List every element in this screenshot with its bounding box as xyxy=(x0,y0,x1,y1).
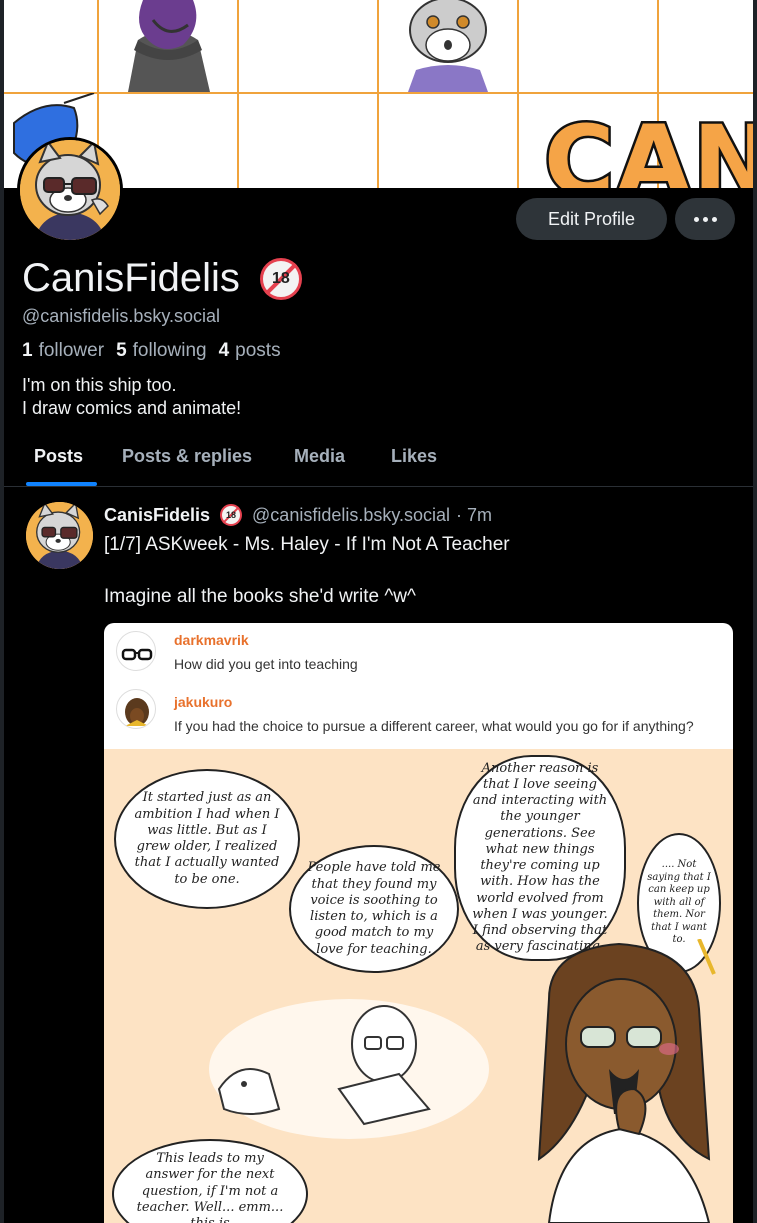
question-avatar xyxy=(116,631,156,671)
bio-line: I draw comics and animate! xyxy=(22,398,242,418)
banner-character-purple xyxy=(128,0,210,92)
post-image[interactable]: darkmavrik How did you get into teaching… xyxy=(104,623,733,1223)
bio-line: I'm on this ship too. xyxy=(22,375,177,395)
post-timestamp[interactable]: · 7m xyxy=(456,505,492,526)
adult-content-badge-icon: 18 xyxy=(220,504,243,526)
question-username: darkmavrik xyxy=(174,632,249,648)
following-stat[interactable]: 5 following xyxy=(116,340,207,362)
question-text: If you had the choice to pursue a differ… xyxy=(174,718,694,734)
followers-stat[interactable]: 1 follower xyxy=(22,340,104,362)
profile-bio: I'm on this ship too. I draw comics and … xyxy=(22,374,241,420)
question-text: How did you get into teaching xyxy=(174,656,358,672)
frame-right xyxy=(753,0,757,1223)
post-text: [1/7] ASKweek - Ms. Haley - If I'm Not A… xyxy=(104,534,510,607)
glasses-icon xyxy=(121,648,153,661)
more-dots-icon xyxy=(702,216,708,222)
avatar-wolf-image xyxy=(26,502,93,569)
more-options-button[interactable] xyxy=(675,198,735,240)
speech-bubble: This leads to my answer for the next que… xyxy=(112,1139,308,1223)
posts-stat: 4 posts xyxy=(218,340,281,361)
profile-banner: CANI xyxy=(4,0,753,188)
tab-media[interactable]: Media xyxy=(294,446,345,467)
comic-sketch-reading xyxy=(209,999,489,1139)
comic-character-haley xyxy=(537,939,716,1223)
display-name-text: CanisFidelis xyxy=(22,256,240,300)
edit-profile-button[interactable]: Edit Profile xyxy=(516,198,667,240)
banner-logo-text: CANI xyxy=(542,103,753,189)
banner-grid-line xyxy=(4,92,753,94)
question-username: jakukuro xyxy=(174,694,233,710)
post-author-name[interactable]: CanisFidelis xyxy=(104,505,210,526)
avatar-wolf-image xyxy=(20,140,120,240)
adult-content-badge-icon: 18 xyxy=(259,257,302,300)
question-avatar xyxy=(116,689,156,729)
post-author-handle[interactable]: @canisfidelis.bsky.social xyxy=(252,505,450,526)
more-dots-icon xyxy=(693,216,699,222)
tab-posts-and-replies[interactable]: Posts & replies xyxy=(122,446,252,467)
active-tab-indicator xyxy=(26,482,97,486)
tab-likes[interactable]: Likes xyxy=(391,446,437,467)
banner-character-wolf xyxy=(408,0,488,92)
more-dots-icon xyxy=(711,216,717,222)
profile-tabs: Posts Posts & replies Media Likes xyxy=(4,440,753,487)
profile-avatar[interactable] xyxy=(17,137,123,243)
profile-handle: @canisfidelis.bsky.social xyxy=(22,306,221,326)
tab-posts[interactable]: Posts xyxy=(34,446,83,467)
display-name: CanisFidelis 18 xyxy=(22,256,302,301)
post-header: CanisFidelis 18 @canisfidelis.bsky.socia… xyxy=(104,504,492,526)
post-author-avatar[interactable] xyxy=(26,502,93,569)
speech-bubble: Another reason is that I love seeing and… xyxy=(454,755,626,961)
character-face-icon xyxy=(125,698,149,726)
speech-bubble: People have told me that they found my v… xyxy=(289,845,459,973)
speech-bubble: It started just as an ambition I had whe… xyxy=(114,769,300,909)
profile-stats: 1 follower 5 following 4 posts xyxy=(22,340,293,362)
comic-panel: It started just as an ambition I had whe… xyxy=(104,749,733,1223)
